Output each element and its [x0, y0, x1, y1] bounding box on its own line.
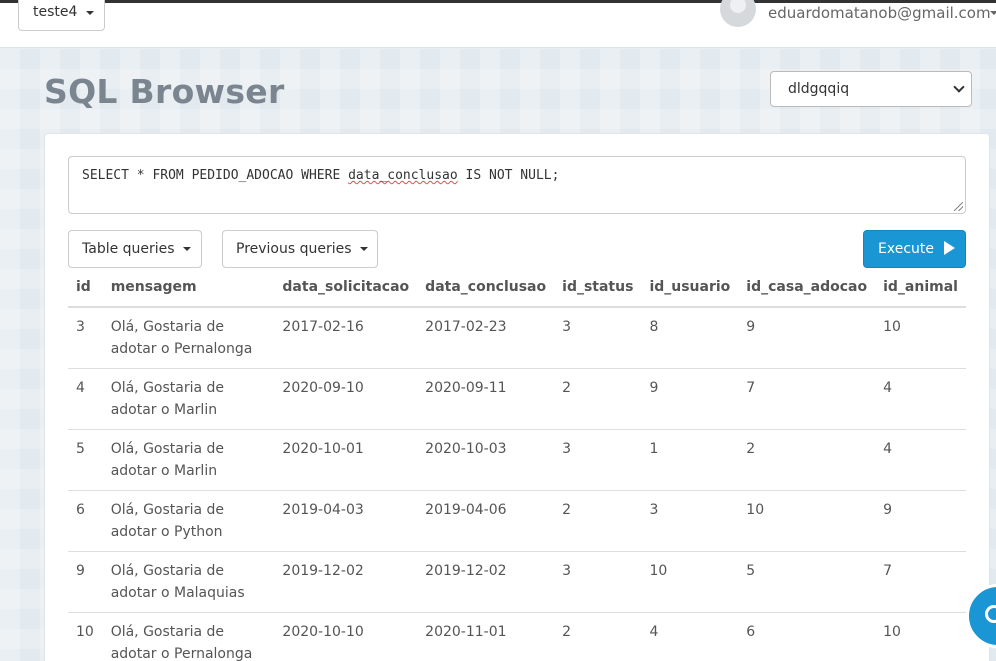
- table-cell: Olá, Gostaria de adotar o Python: [102, 490, 275, 552]
- table-queries-label: Table queries: [82, 241, 175, 257]
- caret-down-icon: [360, 247, 368, 251]
- column-header[interactable]: data_solicitacao: [274, 268, 418, 308]
- schema-select-value: dldgqqiq: [788, 81, 850, 97]
- table-cell: 10: [738, 490, 876, 552]
- database-dropdown[interactable]: teste4: [18, 0, 105, 31]
- column-header[interactable]: mensagem: [102, 268, 275, 308]
- table-cell: 2019-12-02: [417, 551, 555, 613]
- table-cell: 4: [875, 368, 966, 430]
- table-cell: Olá, Gostaria de adotar o Marlin: [102, 429, 275, 491]
- results-table: id mensagem data_solicitacao data_conclu…: [68, 268, 966, 661]
- table-cell: 2: [554, 368, 642, 430]
- table-cell: 9: [738, 307, 876, 369]
- query-text-after: IS NOT NULL;: [457, 168, 560, 183]
- column-header[interactable]: id_status: [554, 268, 642, 308]
- table-cell: 2017-02-16: [274, 307, 418, 369]
- table-row: 10 Olá, Gostaria de adotar o Pernalonga …: [68, 612, 966, 661]
- table-cell: 2020-10-01: [274, 429, 418, 491]
- execute-button[interactable]: Execute: [863, 230, 966, 268]
- table-cell: 5: [68, 429, 103, 491]
- table-cell: 2020-09-10: [274, 368, 418, 430]
- table-cell: 2020-10-03: [417, 429, 555, 491]
- table-row: 3 Olá, Gostaria de adotar o Pernalonga 2…: [68, 307, 966, 369]
- schema-select[interactable]: dldgqqiq: [770, 71, 972, 107]
- table-cell: 10: [875, 307, 966, 369]
- table-cell: 5: [738, 551, 876, 613]
- table-cell: 2020-11-01: [417, 612, 555, 661]
- table-row: 4 Olá, Gostaria de adotar o Marlin 2020-…: [68, 368, 966, 430]
- table-cell: 2019-04-03: [274, 490, 418, 552]
- table-cell: 2020-10-10: [274, 612, 418, 661]
- help-icon: [985, 605, 996, 623]
- table-cell: 3: [554, 551, 642, 613]
- table-cell: 4: [875, 429, 966, 491]
- user-avatar[interactable]: [720, 0, 756, 27]
- table-cell: 9: [875, 490, 966, 552]
- table-queries-button[interactable]: Table queries: [68, 230, 202, 268]
- table-cell: 2: [738, 429, 876, 491]
- table-cell: 2019-12-02: [274, 551, 418, 613]
- table-cell: 10: [641, 551, 739, 613]
- table-row: 9 Olá, Gostaria de adotar o Malaquias 20…: [68, 551, 966, 613]
- table-cell: 2: [554, 612, 642, 661]
- column-header[interactable]: id_casa_adocao: [738, 268, 876, 308]
- sql-query-editor[interactable]: SELECT * FROM PEDIDO_ADOCAO WHERE data_c…: [68, 156, 966, 214]
- previous-queries-label: Previous queries: [236, 241, 352, 257]
- table-cell: 10: [875, 612, 966, 661]
- table-cell: 2020-09-11: [417, 368, 555, 430]
- table-cell: 6: [738, 612, 876, 661]
- query-text-misspelled: data_conclusao: [348, 168, 458, 183]
- column-header[interactable]: id: [68, 268, 103, 308]
- table-cell: 9: [68, 551, 103, 613]
- user-menu-caret-icon[interactable]: [990, 11, 996, 15]
- column-header[interactable]: id_animal: [875, 268, 966, 308]
- table-cell: 4: [68, 368, 103, 430]
- column-header[interactable]: id_usuario: [641, 268, 739, 308]
- table-cell: 7: [738, 368, 876, 430]
- table-cell: 3: [554, 429, 642, 491]
- user-email[interactable]: eduardomatanob@gmail.com: [768, 4, 991, 22]
- execute-label: Execute: [878, 241, 934, 257]
- chevron-down-icon: [953, 81, 965, 93]
- table-cell: 3: [641, 490, 739, 552]
- previous-queries-button[interactable]: Previous queries: [222, 230, 378, 268]
- table-row: 6 Olá, Gostaria de adotar o Python 2019-…: [68, 490, 966, 552]
- caret-down-icon: [183, 247, 192, 251]
- table-cell: 1: [641, 429, 739, 491]
- table-cell: 10: [68, 612, 103, 661]
- table-cell: 2017-02-23: [417, 307, 555, 369]
- table-row: 5 Olá, Gostaria de adotar o Marlin 2020-…: [68, 429, 966, 491]
- database-dropdown-label: teste4: [33, 4, 78, 20]
- table-cell: 7: [875, 551, 966, 613]
- table-cell: 2019-04-06: [417, 490, 555, 552]
- caret-down-icon: [86, 11, 94, 15]
- play-icon: [944, 241, 956, 255]
- page-title: SQL Browser: [44, 72, 285, 111]
- table-cell: 9: [641, 368, 739, 430]
- table-cell: 2: [554, 490, 642, 552]
- table-cell: 3: [68, 307, 103, 369]
- table-cell: 6: [68, 490, 103, 552]
- table-cell: 8: [641, 307, 739, 369]
- top-navbar: teste4 eduardomatanob@gmail.com: [0, 0, 996, 48]
- table-cell: Olá, Gostaria de adotar o Pernalonga: [102, 307, 275, 369]
- table-cell: Olá, Gostaria de adotar o Pernalonga: [102, 612, 275, 661]
- table-cell: 3: [554, 307, 642, 369]
- table-cell: Olá, Gostaria de adotar o Marlin: [102, 368, 275, 430]
- results-header-row: id mensagem data_solicitacao data_conclu…: [68, 268, 966, 308]
- resize-handle[interactable]: [954, 202, 963, 211]
- column-header[interactable]: data_conclusao: [417, 268, 555, 308]
- table-cell: Olá, Gostaria de adotar o Malaquias: [102, 551, 275, 613]
- table-cell: 4: [641, 612, 739, 661]
- query-text-before: SELECT * FROM PEDIDO_ADOCAO WHERE: [82, 168, 349, 183]
